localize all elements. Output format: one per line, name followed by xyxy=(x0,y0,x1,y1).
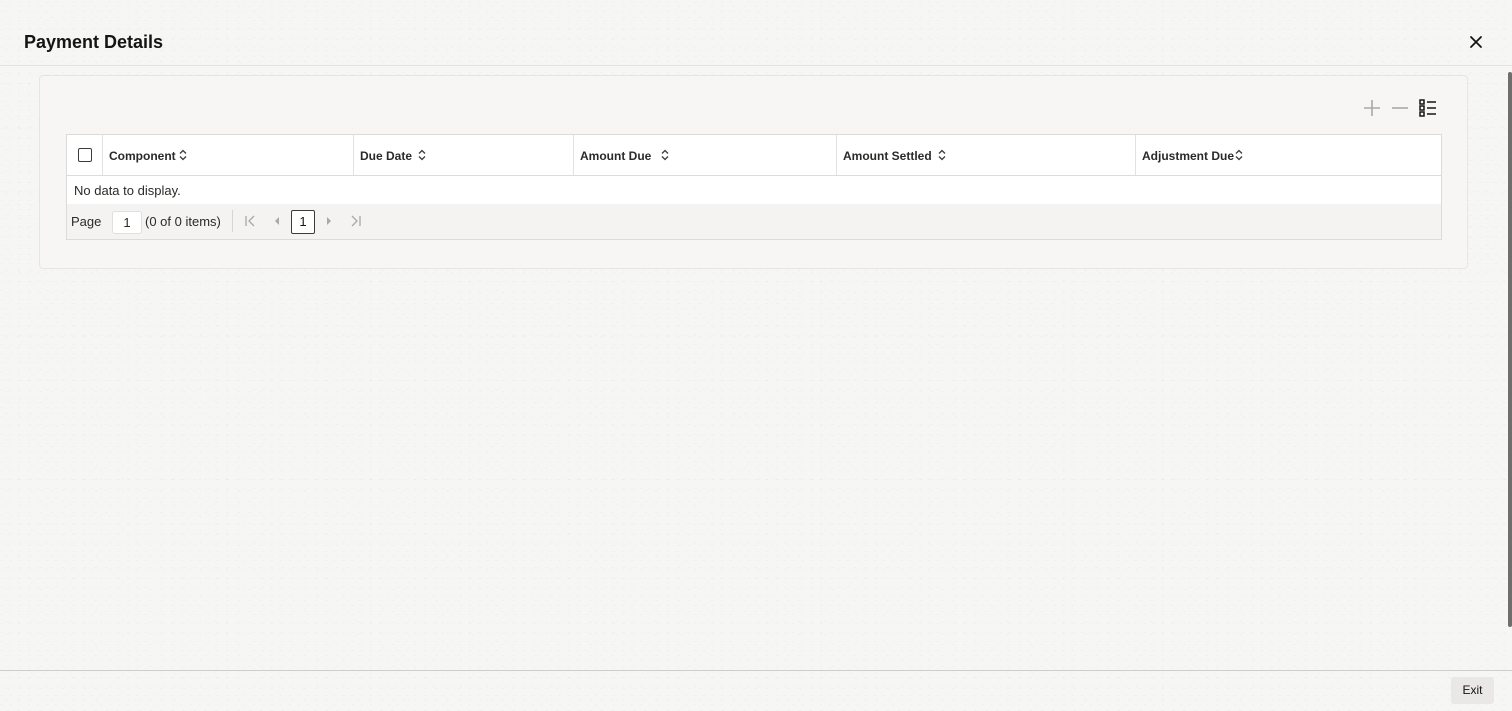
first-page-icon[interactable] xyxy=(243,214,257,228)
column-label: Due Date xyxy=(360,149,413,163)
column-label: Amount Due xyxy=(580,149,652,163)
sort-icon[interactable] xyxy=(178,148,188,162)
empty-table-message: No data to display. xyxy=(74,183,181,198)
column-header-component[interactable]: Component xyxy=(103,135,354,175)
last-page-icon[interactable] xyxy=(349,214,363,228)
items-summary: (0 of 0 items) xyxy=(145,214,221,229)
page-label: Page xyxy=(71,214,102,229)
page-number-input[interactable] xyxy=(112,211,142,234)
select-all-checkbox[interactable] xyxy=(78,148,92,162)
column-header-adjustment-due[interactable]: Adjustment Due xyxy=(1136,135,1441,175)
remove-row-button[interactable] xyxy=(1388,96,1412,120)
column-label: Adjustment Due xyxy=(1142,149,1235,163)
sort-icon[interactable] xyxy=(417,148,427,162)
dialog-title: Payment Details xyxy=(24,32,164,52)
select-all-cell xyxy=(67,135,103,175)
close-button[interactable] xyxy=(1466,32,1486,52)
column-header-amount-settled[interactable]: Amount Settled xyxy=(837,135,1136,175)
scrollbar-thumb[interactable] xyxy=(1508,72,1512,627)
sort-icon[interactable] xyxy=(1234,148,1244,162)
sort-icon[interactable] xyxy=(937,148,947,162)
column-settings-button[interactable] xyxy=(1416,96,1440,120)
table-header: Component Due Date Amount Due Amount Set… xyxy=(67,135,1441,176)
plus-icon xyxy=(1364,100,1380,116)
column-label: Component xyxy=(109,149,176,163)
previous-page-icon[interactable] xyxy=(270,214,284,228)
next-page-icon[interactable] xyxy=(322,214,336,228)
dialog-footer xyxy=(0,670,1512,711)
column-label: Amount Settled xyxy=(843,149,932,163)
pagination-bar: Page (0 of 0 items) 1 xyxy=(67,204,1441,239)
current-page-button[interactable]: 1 xyxy=(291,210,315,234)
column-header-amount-due[interactable]: Amount Due xyxy=(574,135,837,175)
add-row-button[interactable] xyxy=(1360,96,1384,120)
payment-details-table: Component Due Date Amount Due Amount Set… xyxy=(66,134,1442,240)
pagination-divider xyxy=(232,210,233,232)
sort-icon[interactable] xyxy=(660,148,670,162)
minus-icon xyxy=(1392,107,1408,109)
table-toolbar xyxy=(1360,96,1440,120)
column-list-icon xyxy=(1419,99,1436,117)
dialog-header: Payment Details xyxy=(0,0,1512,66)
exit-button[interactable]: Exit xyxy=(1451,677,1494,704)
column-header-due-date[interactable]: Due Date xyxy=(354,135,574,175)
close-icon xyxy=(1470,36,1482,48)
